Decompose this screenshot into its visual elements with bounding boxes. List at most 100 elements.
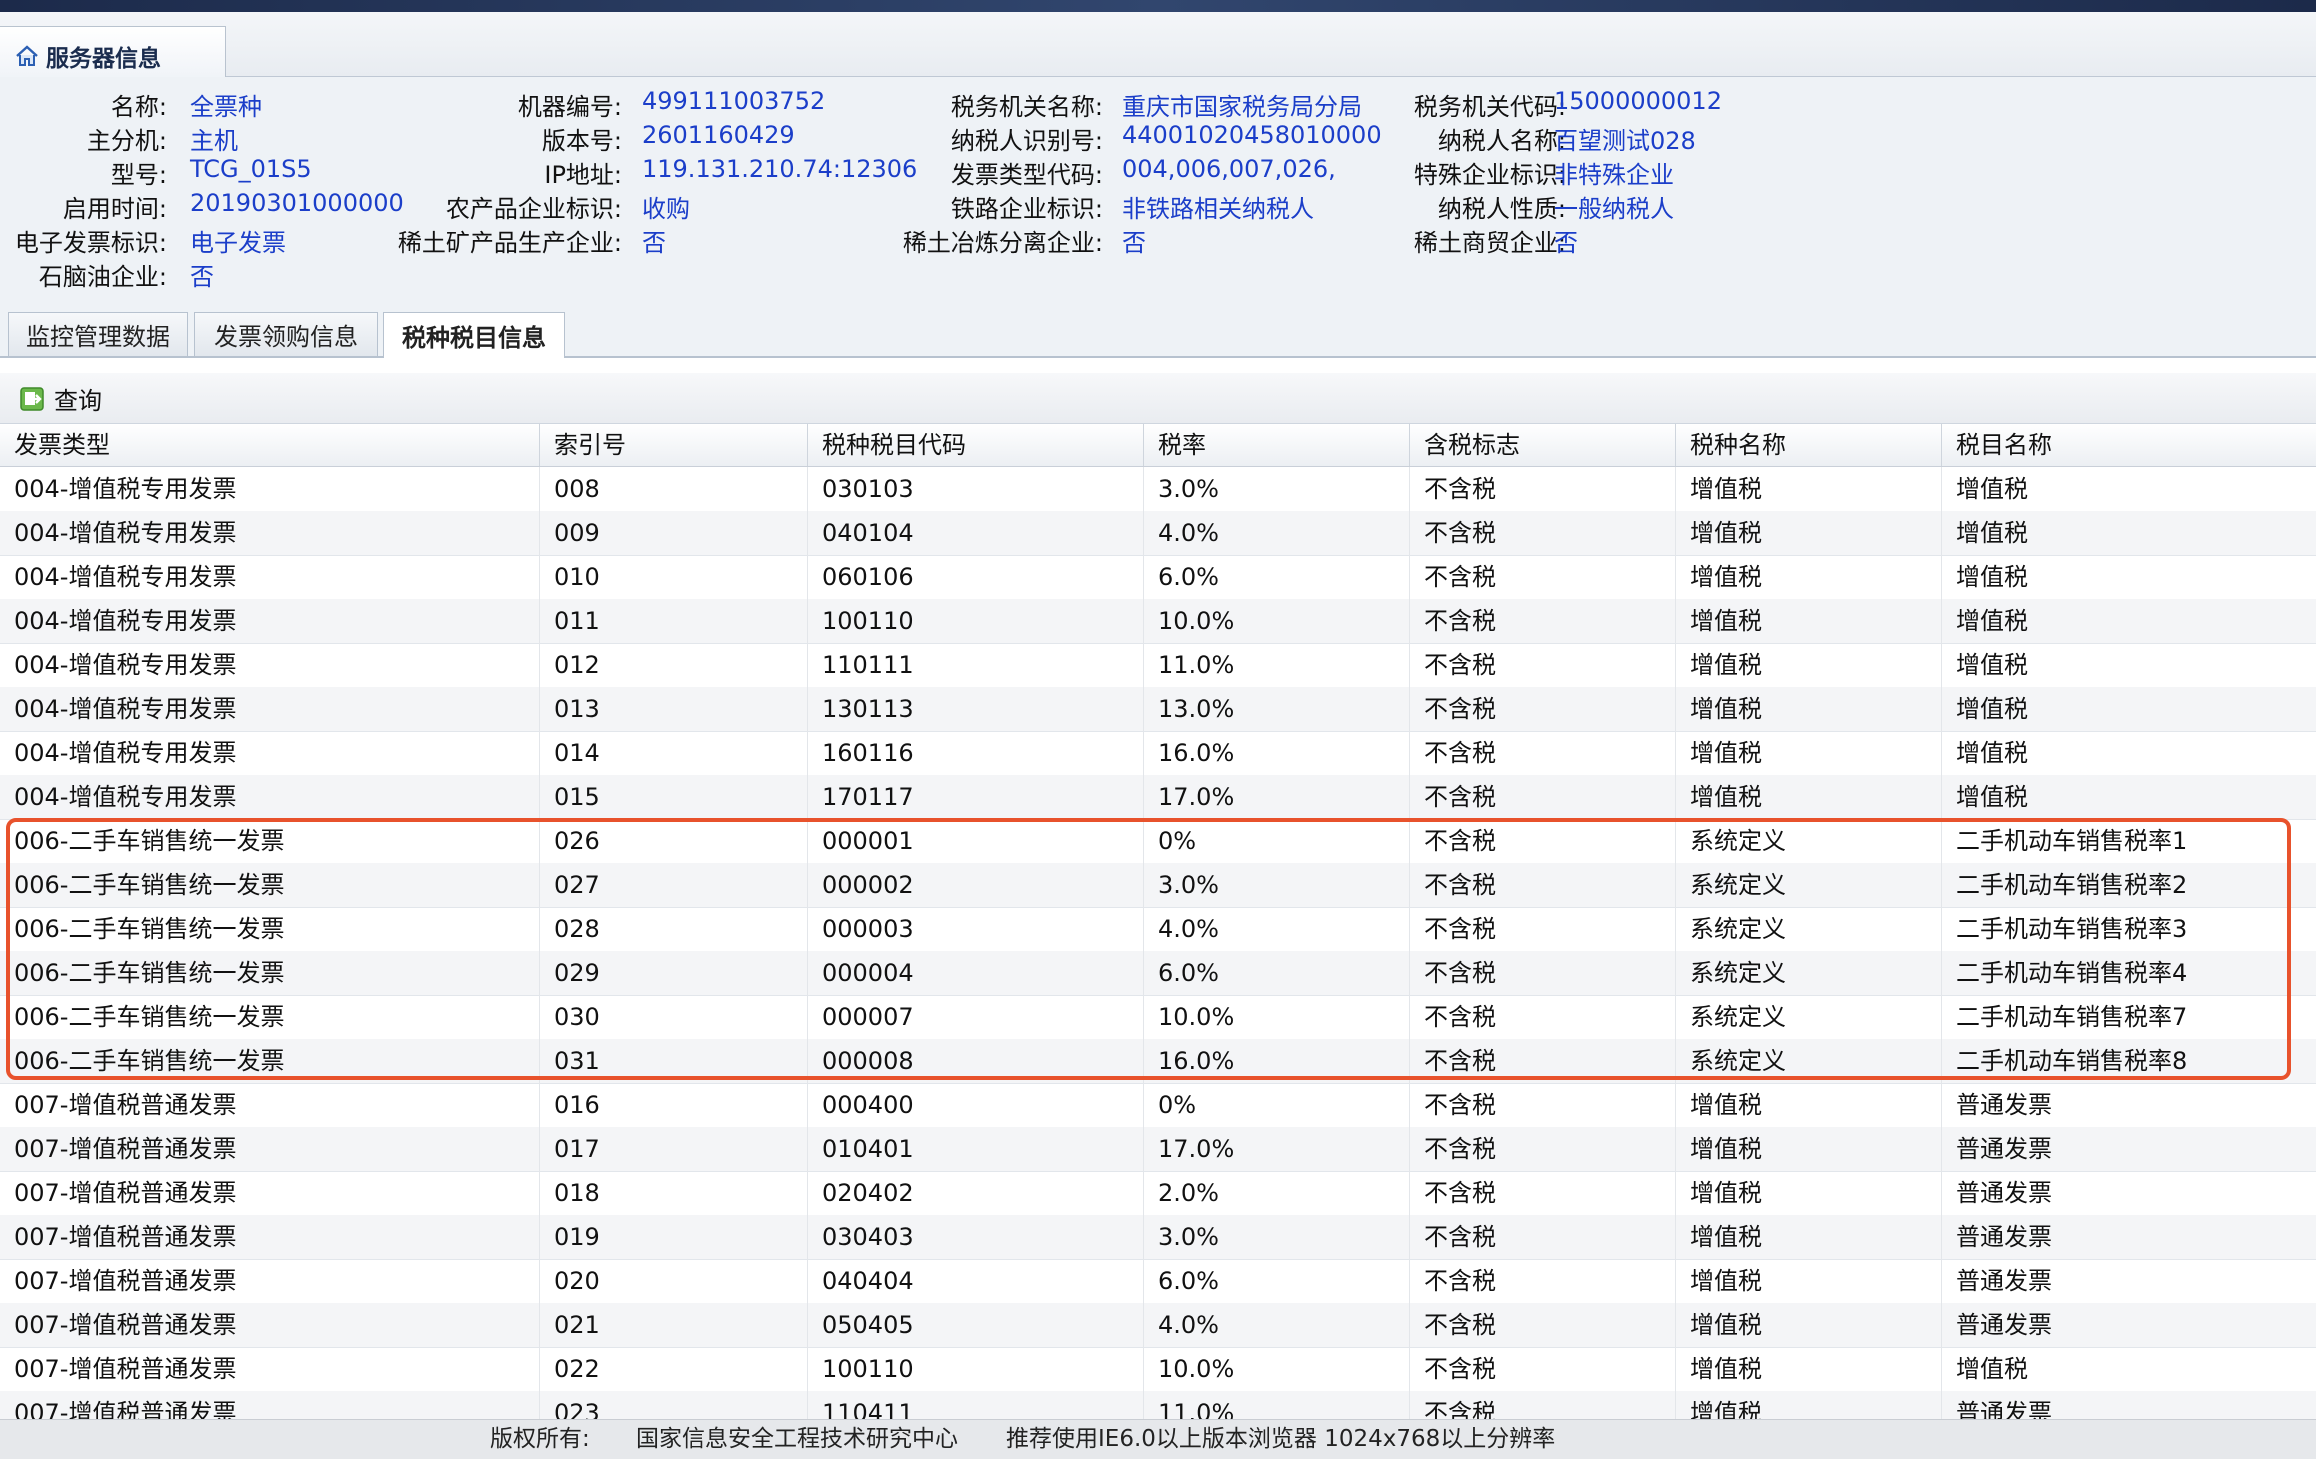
cell-index: 023 [540, 1391, 808, 1419]
tab-monitoring-data[interactable]: 监控管理数据 [8, 312, 188, 356]
cell-index: 008 [540, 467, 808, 511]
table-row[interactable]: 007-增值税普通发票 023 110411 11.0% 不含税 增值税 普通发票 [0, 1391, 2316, 1419]
cell-index: 022 [540, 1347, 808, 1391]
table-row[interactable]: 006-二手车销售统一发票 027 000002 3.0% 不含税 系统定义 二手机动车销售… [0, 863, 2316, 908]
column-header-tax-name[interactable]: 税种名称 [1676, 424, 1942, 466]
cell-item-name: 普通发票 [1956, 1311, 2052, 1339]
cell-tax-rate: 3.0% [1144, 1215, 1410, 1259]
einvoice-label: 电子发票标识: [14, 229, 167, 257]
table-row[interactable]: 007-增值税普通发票 022 100110 10.0% 不含税 增值税 增值税 [0, 1347, 2316, 1392]
cell-tax-included: 不含税 [1410, 599, 1676, 643]
cell-item-name: 二手机动车销售税率2 [1956, 871, 2188, 899]
table-row[interactable]: 006-二手车销售统一发票 030 000007 10.0% 不含税 系统定义 二手机动车销… [0, 995, 2316, 1040]
cell-item-name: 增值税 [1956, 475, 2028, 503]
tax-office-code-label: 税务机关代码: [1413, 93, 1566, 121]
taxpayer-name-value: 百望测试028 [1554, 127, 1696, 155]
cell-invoice-type: 006-二手车销售统一发票 [0, 1039, 540, 1083]
column-header-index[interactable]: 索引号 [540, 424, 808, 466]
ip-value: 119.131.210.74:12306 [642, 155, 918, 183]
cell-invoice-type: 004-增值税专用发票 [0, 555, 540, 599]
tab-invoice-purchase[interactable]: 发票领购信息 [194, 312, 378, 356]
agri-label: 农产品企业标识: [445, 195, 622, 223]
cell-tax-code: 010401 [808, 1127, 1144, 1171]
table-row[interactable]: 004-增值税专用发票 015 170117 17.0% 不含税 增值税 增值税 [0, 775, 2316, 820]
table-row[interactable]: 004-增值税专用发票 013 130113 13.0% 不含税 增值税 增值税 [0, 687, 2316, 732]
panel-title-tab[interactable]: 服务器信息 [0, 26, 226, 84]
table-row[interactable]: 007-增值税普通发票 019 030403 3.0% 不含税 增值税 普通发票 [0, 1215, 2316, 1260]
cell-invoice-type: 004-增值税专用发票 [0, 467, 540, 511]
cell-tax-code: 160116 [808, 731, 1144, 775]
cell-index: 011 [540, 599, 808, 643]
cell-tax-included: 不含税 [1410, 819, 1676, 863]
table-row[interactable]: 004-增值税专用发票 009 040104 4.0% 不含税 增值税 增值税 [0, 511, 2316, 556]
table-row[interactable]: 004-增值税专用发票 011 100110 10.0% 不含税 增值税 增值税 [0, 599, 2316, 644]
cell-item-name: 增值税 [1956, 783, 2028, 811]
cell-tax-included: 不含税 [1410, 643, 1676, 687]
cell-tax-code: 030103 [808, 467, 1144, 511]
name-label: 名称: [110, 93, 167, 121]
footer: 版权所有: 国家信息安全工程技术研究中心 推荐使用IE6.0以上版本浏览器 10… [0, 1419, 2316, 1459]
cell-item-name: 二手机动车销售税率3 [1956, 915, 2188, 943]
table-row[interactable]: 007-增值税普通发票 016 000400 0% 不含税 增值税 普通发票 [0, 1083, 2316, 1128]
table-row[interactable]: 006-二手车销售统一发票 031 000008 16.0% 不含税 系统定义 二手机动车销… [0, 1039, 2316, 1084]
ip-label: IP地址: [544, 161, 622, 189]
cell-item-name: 二手机动车销售税率7 [1956, 1003, 2188, 1031]
cell-invoice-type: 007-增值税普通发票 [0, 1083, 540, 1127]
cell-index: 014 [540, 731, 808, 775]
column-header-tax-rate[interactable]: 税率 [1144, 424, 1410, 466]
cell-tax-included: 不含税 [1410, 1347, 1676, 1391]
footer-org: 国家信息安全工程技术研究中心 [636, 1426, 958, 1452]
table-row[interactable]: 004-增值税专用发票 010 060106 6.0% 不含税 增值税 增值税 [0, 555, 2316, 600]
cell-index: 009 [540, 511, 808, 555]
cell-invoice-type: 006-二手车销售统一发票 [0, 819, 540, 863]
cell-index: 013 [540, 687, 808, 731]
tax-office-name-value: 重庆市国家税务局分局 [1122, 93, 1362, 121]
table-row[interactable]: 006-二手车销售统一发票 029 000004 6.0% 不含税 系统定义 二手机动车销售… [0, 951, 2316, 996]
column-header-tax-included[interactable]: 含税标志 [1410, 424, 1676, 466]
version-label: 版本号: [541, 127, 622, 155]
naphtha-label: 石脑油企业: [38, 263, 167, 291]
cell-tax-included: 不含税 [1410, 863, 1676, 907]
cell-tax-code: 110411 [808, 1391, 1144, 1419]
cell-index: 019 [540, 1215, 808, 1259]
cell-tax-rate: 0% [1144, 819, 1410, 863]
table-row[interactable]: 007-增值税普通发票 021 050405 4.0% 不含税 增值税 普通发票 [0, 1303, 2316, 1348]
cell-tax-name: 增值税 [1676, 1347, 1942, 1391]
table-row[interactable]: 007-增值税普通发票 018 020402 2.0% 不含税 增值税 普通发票 [0, 1171, 2316, 1216]
cell-tax-included: 不含税 [1410, 951, 1676, 995]
column-header-item-name[interactable]: 税目名称 [1942, 424, 2316, 466]
table-row[interactable]: 004-增值税专用发票 012 110111 11.0% 不含税 增值税 增值税 [0, 643, 2316, 688]
cell-index: 017 [540, 1127, 808, 1171]
cell-tax-rate: 16.0% [1144, 731, 1410, 775]
version-value: 2601160429 [642, 121, 795, 149]
table-row[interactable]: 006-二手车销售统一发票 028 000003 4.0% 不含税 系统定义 二手机动车销售… [0, 907, 2316, 952]
cell-tax-code: 100110 [808, 1347, 1144, 1391]
column-header-invoice-type[interactable]: 发票类型 [0, 424, 540, 466]
table-row[interactable]: 007-增值税普通发票 020 040404 6.0% 不含税 增值税 普通发票 [0, 1259, 2316, 1304]
einvoice-value: 电子发票 [190, 229, 286, 257]
cell-item-name: 增值税 [1956, 1355, 2028, 1383]
cell-tax-rate: 10.0% [1144, 995, 1410, 1039]
cell-tax-code: 000007 [808, 995, 1144, 1039]
cell-tax-included: 不含税 [1410, 1259, 1676, 1303]
query-button[interactable]: 查询 [18, 381, 102, 416]
tab-tax-items[interactable]: 税种税目信息 [383, 312, 565, 358]
table-row[interactable]: 004-增值税专用发票 008 030103 3.0% 不含税 增值税 增值税 [0, 467, 2316, 512]
taxpayer-id-value: 44001020458010000 [1122, 121, 1382, 149]
cell-tax-rate: 3.0% [1144, 863, 1410, 907]
cell-item-name: 普通发票 [1956, 1179, 2052, 1207]
column-header-tax-code[interactable]: 税种税目代码 [808, 424, 1144, 466]
cell-tax-rate: 4.0% [1144, 907, 1410, 951]
special-value: 非特殊企业 [1554, 161, 1674, 189]
rare-earth-smelt-value: 否 [1122, 229, 1146, 257]
table-row[interactable]: 007-增值税普通发票 017 010401 17.0% 不含税 增值税 普通发票 [0, 1127, 2316, 1172]
table-row[interactable]: 006-二手车销售统一发票 026 000001 0% 不含税 系统定义 二手机动车销售税率… [0, 819, 2316, 864]
cell-item-name: 普通发票 [1956, 1223, 2052, 1251]
cell-item-name: 增值税 [1956, 739, 2028, 767]
cell-invoice-type: 006-二手车销售统一发票 [0, 907, 540, 951]
cell-invoice-type: 004-增值税专用发票 [0, 643, 540, 687]
special-label: 特殊企业标识: [1413, 161, 1566, 189]
cell-tax-name: 增值税 [1676, 555, 1942, 599]
table-row[interactable]: 004-增值税专用发票 014 160116 16.0% 不含税 增值税 增值税 [0, 731, 2316, 776]
cell-tax-rate: 3.0% [1144, 467, 1410, 511]
